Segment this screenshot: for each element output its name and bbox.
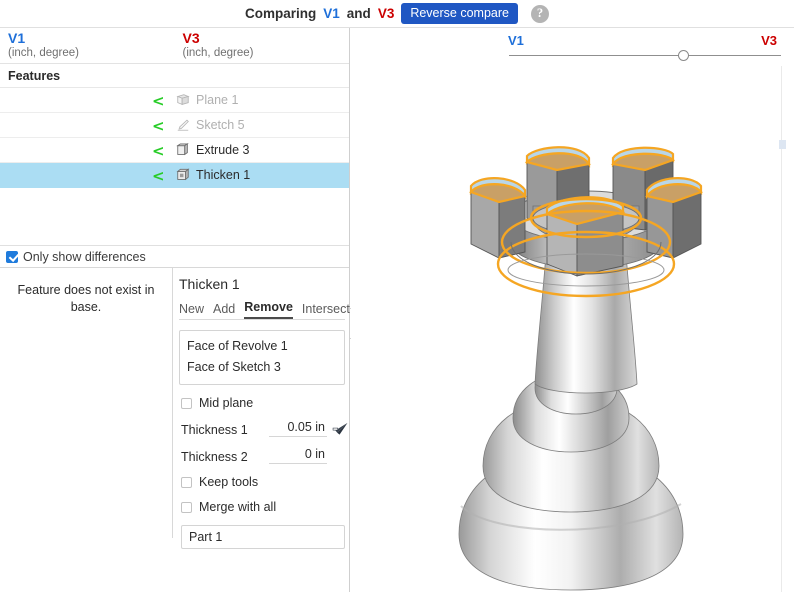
version-column-a: V1 (inch, degree) [0, 31, 175, 63]
tab-new[interactable]: New [179, 302, 204, 319]
version-header-row: V1 (inch, degree) V3 (inch, degree) [0, 28, 349, 64]
compare-versions-screen: Comparing V1 and V3 Reverse compare ? V1… [0, 0, 794, 592]
tree-item-label: Extrude 3 [196, 143, 250, 157]
mid-plane-row[interactable]: Mid plane [179, 396, 349, 410]
tree-item-label: Thicken 1 [196, 168, 250, 182]
list-item[interactable]: Face of Revolve 1 [187, 336, 337, 357]
tree-item-sketch-5[interactable]: Sketch 5 [176, 118, 245, 132]
tree-empty-space [0, 188, 349, 246]
page-title: Thicken 1 [179, 276, 349, 298]
diff-marker-left: < [152, 113, 165, 138]
feature-detail-compare: Feature does not exist in base. Thicken … [0, 268, 349, 538]
version-a-label: V1 [8, 31, 175, 46]
feature-tree: < Plane 1 < [0, 88, 349, 246]
entity-query-list[interactable]: Face of Revolve 1 Face of Sketch 3 [179, 330, 345, 385]
only-show-differences-checkbox[interactable] [6, 251, 18, 263]
extrude-icon [176, 143, 190, 157]
slider-label-v3: V3 [761, 33, 777, 48]
merge-with-all-checkbox[interactable] [181, 502, 192, 513]
thickness-1-input[interactable]: 0.05 in [269, 420, 327, 437]
compare-version-b: V3 [378, 6, 395, 21]
chess-rook-model[interactable] [351, 66, 794, 592]
table-row[interactable]: < Extrude 3 [0, 138, 349, 163]
tree-item-extrude-3[interactable]: Extrude 3 [176, 143, 250, 157]
compare-summary: Comparing V1 and V3 Reverse compare ? [245, 3, 549, 25]
help-icon[interactable]: ? [531, 5, 549, 23]
thickness-2-row[interactable]: Thickness 2 0 in [179, 447, 349, 464]
keep-tools-label: Keep tools [199, 475, 258, 489]
table-row[interactable]: < Sketch 5 [0, 113, 349, 138]
thickness-1-row[interactable]: Thickness 1 0.05 in [179, 420, 349, 437]
merge-with-all-label: Merge with all [199, 500, 276, 514]
thickness-2-input[interactable]: 0 in [269, 447, 327, 464]
version-b-label: V3 [183, 31, 350, 46]
top-toolbar: Comparing V1 and V3 Reverse compare ? [0, 0, 794, 28]
thickness-2-label: Thickness 2 [181, 450, 269, 464]
and-label: and [347, 6, 371, 21]
only-show-differences-row[interactable]: Only show differences [0, 246, 349, 268]
boolean-operation-tabs: New Add Remove Intersect [179, 298, 345, 320]
only-show-differences-label: Only show differences [23, 250, 146, 264]
tree-item-plane-1[interactable]: Plane 1 [176, 93, 238, 107]
mid-plane-checkbox[interactable] [181, 398, 192, 409]
keep-tools-row[interactable]: Keep tools [179, 475, 349, 489]
thickness-1-label: Thickness 1 [181, 423, 269, 437]
compare-version-a: V1 [323, 6, 340, 21]
model-viewport[interactable]: V1 V3 [351, 28, 794, 592]
tab-add[interactable]: Add [213, 302, 235, 319]
version-b-units: (inch, degree) [183, 46, 350, 60]
tree-item-thicken-1[interactable]: Thicken 1 [176, 168, 250, 182]
diff-marker-left: < [152, 88, 165, 113]
table-row[interactable]: < Thicken 1 [0, 163, 349, 188]
mid-plane-label: Mid plane [199, 396, 253, 410]
merge-with-all-row[interactable]: Merge with all [179, 500, 349, 514]
version-slider[interactable]: V1 V3 [351, 28, 794, 66]
thicken-icon [176, 168, 190, 182]
list-item[interactable]: Face of Sketch 3 [187, 357, 337, 378]
tree-item-label: Plane 1 [196, 93, 238, 107]
keep-tools-checkbox[interactable] [181, 477, 192, 488]
slider-label-v1: V1 [508, 33, 524, 48]
tree-item-label: Sketch 5 [196, 118, 245, 132]
tab-remove[interactable]: Remove [244, 300, 293, 319]
version-column-b: V3 (inch, degree) [175, 31, 350, 63]
comparison-panel: V1 (inch, degree) V3 (inch, degree) Feat… [0, 28, 350, 592]
tab-intersect[interactable]: Intersect [302, 302, 350, 319]
sketch-icon [176, 118, 190, 132]
base-feature-message: Feature does not exist in base. [0, 268, 173, 538]
flip-direction-icon[interactable] [332, 422, 349, 436]
reverse-compare-button[interactable]: Reverse compare [401, 3, 518, 25]
slider-track[interactable] [509, 55, 781, 56]
diff-marker-left: < [152, 163, 165, 188]
features-section-header: Features [0, 64, 349, 88]
comparing-label: Comparing [245, 6, 316, 21]
table-row[interactable]: < Plane 1 [0, 88, 349, 113]
thicken-feature-dialog: Thicken 1 New Add Remove Intersect Face … [173, 268, 349, 538]
version-a-units: (inch, degree) [8, 46, 175, 60]
slider-handle[interactable] [678, 50, 689, 61]
part-name-input[interactable]: Part 1 [181, 525, 345, 549]
diff-marker-left: < [152, 138, 165, 163]
plane-icon [176, 93, 190, 107]
